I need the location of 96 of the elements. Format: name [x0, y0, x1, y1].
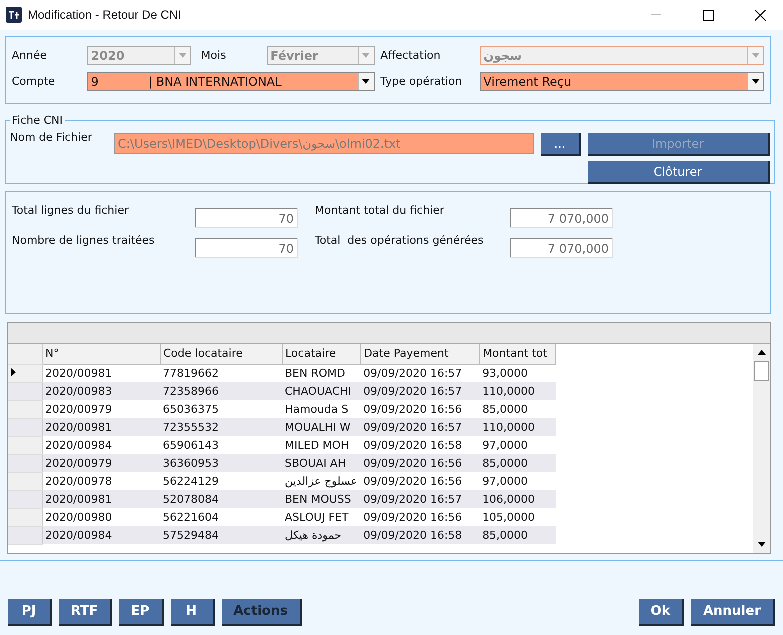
table-cell: 2020/00979 [42, 400, 160, 418]
column-header[interactable]: Montant tot [480, 344, 556, 364]
field-label: Année [12, 49, 48, 62]
table-cell: 09/09/2020 16:57 [360, 490, 480, 508]
table-cell: 110,0000 [480, 418, 556, 436]
browse-button[interactable]: ... [541, 133, 581, 156]
window-title: Modification - Retour De CNI [28, 8, 182, 22]
table-cell: 97,0000 [480, 472, 556, 490]
table-cell: 09/09/2020 16:56 [360, 400, 480, 418]
close-icon[interactable] [754, 10, 766, 20]
caret-icon [752, 53, 760, 58]
total-label: Total lignes du fichier [12, 204, 130, 219]
column-header[interactable]: Code locataire [160, 344, 282, 364]
table-cell: CHAOUACHI [282, 382, 361, 400]
field-label: Type opération [380, 75, 464, 88]
caret-icon [362, 79, 370, 84]
maximize-icon[interactable] [702, 10, 714, 20]
column-header[interactable]: Date Payement [360, 344, 480, 364]
table-cell: 56224129 [160, 472, 282, 490]
footer-button[interactable]: RTF [59, 599, 112, 626]
total-field: 7 070,000 [510, 238, 613, 258]
table-cell: 105,0000 [480, 508, 556, 526]
footer-button[interactable]: EP [119, 599, 164, 626]
table-cell: 93,0000 [480, 364, 556, 382]
table-cell: 2020/00979 [42, 454, 160, 472]
table-cell: 09/09/2020 16:56 [360, 472, 480, 490]
table-cell: 52078084 [160, 490, 282, 508]
total-label: Nombre de lignes traitées [12, 234, 156, 249]
total-label: Total des opérations générées [315, 234, 485, 249]
table-cell: 09/09/2020 16:56 [360, 454, 480, 472]
table-cell: ASLOUJ FET [282, 508, 361, 526]
table-cell: 09/09/2020 16:58 [360, 526, 480, 544]
column-header[interactable]: Locataire [282, 344, 361, 364]
table-cell: BEN ROMD [282, 364, 361, 382]
field-label: Affectation [380, 49, 442, 62]
table-cell: 09/09/2020 16:56 [360, 508, 480, 526]
caret-icon [752, 79, 760, 84]
table-cell: 2020/00981 [42, 364, 160, 382]
table-cell: 65906143 [160, 436, 282, 454]
dropdown[interactable]: 9 | BNA INTERNATIONAL [87, 72, 375, 91]
table-cell: 09/09/2020 16:58 [360, 436, 480, 454]
table-cell: 2020/00981 [42, 418, 160, 436]
table-cell: 72358966 [160, 382, 282, 400]
footer-button[interactable]: H [170, 599, 215, 626]
table-cell: 110,0000 [480, 382, 556, 400]
table-cell: 09/09/2020 16:57 [360, 382, 480, 400]
table-cell: Hamouda S [282, 400, 361, 418]
vertical-scrollbar[interactable] [753, 344, 770, 553]
table-cell: 85,0000 [480, 526, 556, 544]
scroll-up-icon[interactable] [758, 350, 766, 355]
total-label: Montant total du fichier [315, 204, 446, 219]
scroll-down-icon[interactable] [758, 542, 766, 547]
field-label: Nom de Fichier [10, 131, 94, 144]
field-label: Compte [12, 75, 56, 88]
dropdown[interactable]: Virement Reçu [480, 72, 764, 91]
table-cell: 56221604 [160, 508, 282, 526]
current-row-icon [11, 368, 16, 376]
table-cell: حمودة هيكل [282, 526, 361, 544]
caret-icon [362, 53, 370, 58]
table-cell: 2020/00983 [42, 382, 160, 400]
group-title: Fiche CNI [11, 114, 64, 127]
table-cell: عسلوج عزالدين [282, 472, 361, 490]
table-cell: 2020/00978 [42, 472, 160, 490]
table-cell: 09/09/2020 16:57 [360, 364, 480, 382]
table-cell: 85,0000 [480, 400, 556, 418]
table-cell: 2020/00981 [42, 490, 160, 508]
table-cell: 85,0000 [480, 454, 556, 472]
table-cell: 36360953 [160, 454, 282, 472]
total-field: 70 [195, 208, 298, 228]
total-field: 70 [195, 238, 298, 258]
table-cell: 2020/00980 [42, 508, 160, 526]
field-label: Mois [201, 49, 228, 62]
table-cell: 09/09/2020 16:57 [360, 418, 480, 436]
total-field: 7 070,000 [510, 208, 613, 228]
table-cell: 57529484 [160, 526, 282, 544]
scrollbar-thumb[interactable] [754, 361, 769, 381]
table-cell: MILED MOH [282, 436, 361, 454]
table-cell: 77819662 [160, 364, 282, 382]
minimize-icon[interactable] [651, 14, 661, 16]
table-cell: 2020/00984 [42, 436, 160, 454]
app-logo-icon [6, 7, 22, 23]
table-cell: 65036375 [160, 400, 282, 418]
table-cell: 2020/00984 [42, 526, 160, 544]
footer-button[interactable]: Annuler [691, 599, 775, 626]
table-cell: 97,0000 [480, 436, 556, 454]
table-cell: 72355532 [160, 418, 282, 436]
footer-button[interactable]: PJ [8, 599, 52, 626]
column-header[interactable]: N° [42, 344, 160, 364]
table-cell: MOUALHI W [282, 418, 361, 436]
caret-icon [178, 53, 187, 58]
action-button[interactable]: Clôturer [588, 161, 770, 184]
table-cell: BEN MOUSS [282, 490, 361, 508]
footer-button[interactable]: Ok [638, 599, 684, 626]
table-cell: 106,0000 [480, 490, 556, 508]
table-cell: SBOUAI AH [282, 454, 361, 472]
row-header[interactable] [8, 364, 42, 382]
